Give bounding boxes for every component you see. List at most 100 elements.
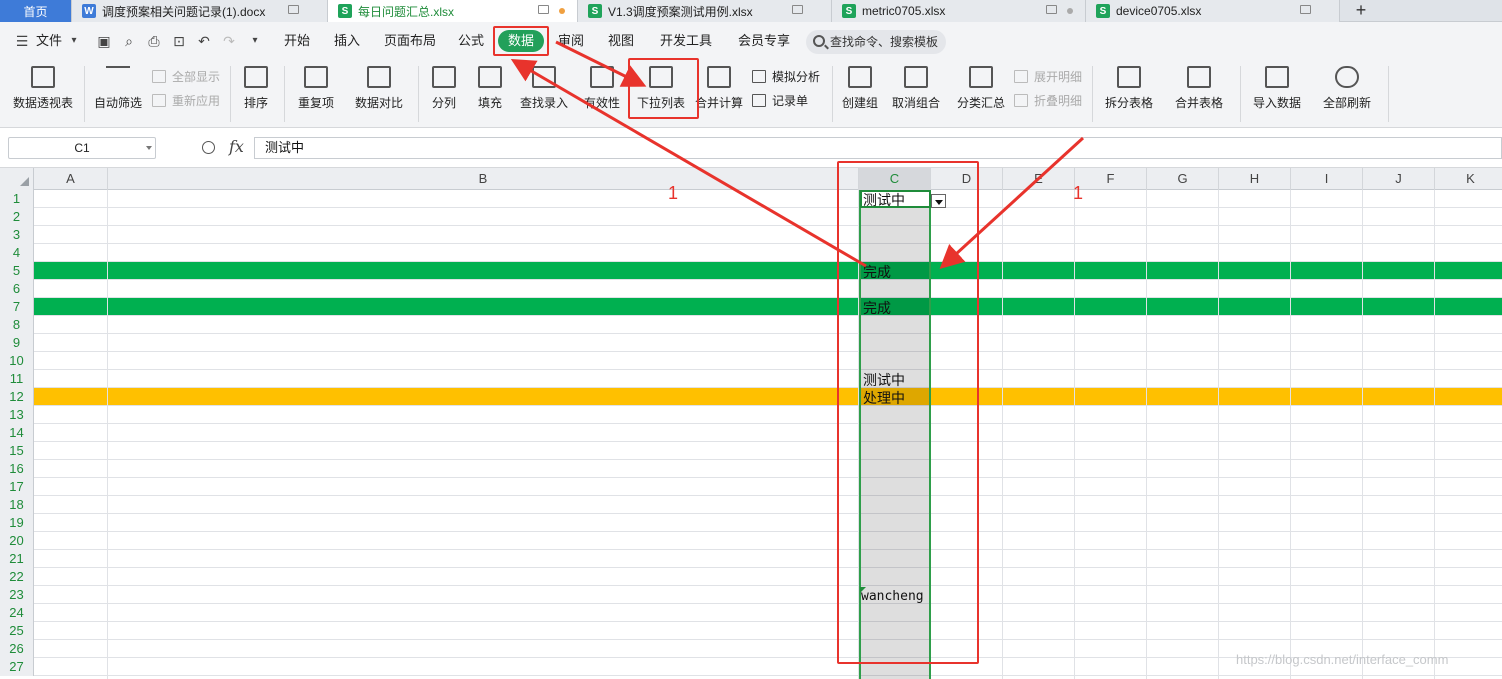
row-header[interactable]: 2 [0, 208, 34, 226]
subtotal-button[interactable]: 分类汇总 [954, 60, 1008, 126]
split-table-button[interactable]: 拆分表格 [1098, 60, 1160, 126]
row-header[interactable]: 1 [0, 190, 34, 208]
row-header[interactable]: 24 [0, 604, 34, 622]
table-row: 1 [0, 190, 1502, 208]
tab-test-cases[interactable]: S V1.3调度预案测试用例.xlsx [578, 0, 832, 22]
row-header[interactable]: 13 [0, 406, 34, 424]
column-header-k[interactable]: K [1435, 168, 1502, 190]
format-painter-icon[interactable]: ⌕ [121, 33, 137, 49]
row-header[interactable]: 21 [0, 550, 34, 568]
pin-tab-icon[interactable] [792, 5, 803, 14]
consolidate-button[interactable]: 合并计算 [694, 60, 744, 126]
row-header[interactable]: 16 [0, 460, 34, 478]
refresh-all-button[interactable]: 全部刷新 [1316, 60, 1378, 126]
print-icon[interactable]: ⎙ [146, 33, 162, 49]
column-header-f[interactable]: F [1075, 168, 1147, 190]
autofilter-button[interactable]: 自动筛选 [90, 60, 146, 126]
column-header-j[interactable]: J [1363, 168, 1435, 190]
table-row: 14 [0, 424, 1502, 442]
pin-tab-icon[interactable] [1300, 5, 1311, 14]
what-if-analysis-button[interactable]: 模拟分析 [752, 68, 820, 86]
tab-daily-issues[interactable]: S 每日问题汇总.xlsx [328, 0, 578, 22]
column-header-g[interactable]: G [1147, 168, 1219, 190]
zoom-icon[interactable] [202, 141, 215, 154]
split-column-button[interactable]: 分列 [424, 60, 464, 126]
menu-insert[interactable]: 插入 [334, 30, 360, 52]
row-header[interactable]: 22 [0, 568, 34, 586]
row-header[interactable]: 9 [0, 334, 34, 352]
pin-tab-icon[interactable] [538, 5, 549, 14]
row-header[interactable]: 15 [0, 442, 34, 460]
row-header[interactable]: 23 [0, 586, 34, 604]
tab-home[interactable]: 首页 [0, 0, 72, 22]
menu-member[interactable]: 会员专享 [738, 30, 790, 52]
fill-button[interactable]: 填充 [470, 60, 510, 126]
column-header-a[interactable]: A [34, 168, 108, 190]
validity-button[interactable]: 有效性 [578, 60, 626, 126]
pin-tab-icon[interactable] [288, 5, 299, 14]
collapse-detail-button[interactable]: 折叠明细 [1014, 92, 1082, 110]
tab-device[interactable]: S device0705.xlsx [1086, 0, 1340, 22]
tab-docx-record[interactable]: W 调度预案相关问题记录(1).docx [72, 0, 328, 22]
chevron-down-icon[interactable]: ▾ [66, 33, 82, 49]
row-header[interactable]: 5 [0, 262, 34, 280]
name-box[interactable]: C1 [8, 137, 156, 159]
pivot-table-button[interactable]: 数据透视表 [8, 60, 78, 126]
file-menu[interactable]: 文件 [36, 30, 62, 52]
column-header-e[interactable]: E [1003, 168, 1075, 190]
tab-metric[interactable]: S metric0705.xlsx [832, 0, 1086, 22]
row-header[interactable]: 26 [0, 640, 34, 658]
chevron-down-icon[interactable] [146, 146, 152, 150]
column-header-b[interactable]: B [108, 168, 859, 190]
undo-icon[interactable]: ↶ [196, 33, 212, 49]
menu-review[interactable]: 审阅 [558, 30, 584, 52]
reapply-button[interactable]: 重新应用 [152, 92, 220, 110]
menu-developer[interactable]: 开发工具 [660, 30, 712, 52]
select-all-corner[interactable] [0, 168, 34, 190]
merge-table-button[interactable]: 合并表格 [1168, 60, 1230, 126]
column-header-h[interactable]: H [1219, 168, 1291, 190]
menu-view[interactable]: 视图 [608, 30, 634, 52]
import-data-button[interactable]: 导入数据 [1246, 60, 1308, 126]
row-header[interactable]: 18 [0, 496, 34, 514]
new-tab-button[interactable]: + [1350, 0, 1372, 22]
create-group-button[interactable]: 创建组 [838, 60, 882, 126]
row-header[interactable]: 3 [0, 226, 34, 244]
row-header[interactable]: 6 [0, 280, 34, 298]
command-search-box[interactable]: 查找命令、搜索模板 [806, 30, 946, 54]
lookup-entry-button[interactable]: 查找录入 [516, 60, 572, 126]
row-header[interactable]: 7 [0, 298, 34, 316]
save-icon[interactable]: ▣ [96, 33, 112, 49]
record-form-button[interactable]: 记录单 [752, 92, 808, 110]
row-header[interactable]: 17 [0, 478, 34, 496]
row-header[interactable]: 14 [0, 424, 34, 442]
row-header[interactable]: 12 [0, 388, 34, 406]
row-header[interactable]: 20 [0, 532, 34, 550]
row-header[interactable]: 19 [0, 514, 34, 532]
row-header[interactable]: 10 [0, 352, 34, 370]
ungroup-button[interactable]: 取消组合 [886, 60, 946, 126]
row-header[interactable]: 25 [0, 622, 34, 640]
sort-button[interactable]: 排序 [236, 60, 276, 126]
data-compare-button[interactable]: 数据对比 [348, 60, 410, 126]
formula-input[interactable]: 测试中 [254, 137, 1502, 159]
function-icon[interactable]: fx [229, 137, 244, 156]
quick-access-more-icon[interactable]: ▾ [247, 33, 263, 49]
row-header[interactable]: 8 [0, 316, 34, 334]
menu-formula[interactable]: 公式 [458, 30, 484, 52]
redo-icon[interactable]: ↷ [221, 33, 237, 49]
print-preview-icon[interactable]: ⊡ [171, 33, 187, 49]
menu-page-layout[interactable]: 页面布局 [384, 30, 436, 52]
pin-tab-icon[interactable] [1046, 5, 1057, 14]
expand-detail-button[interactable]: 展开明细 [1014, 68, 1082, 86]
hamburger-menu-icon[interactable]: ☰ [14, 33, 30, 49]
row-header[interactable]: 11 [0, 370, 34, 388]
duplicates-button[interactable]: 重复项 [290, 60, 342, 126]
show-all-button[interactable]: 全部显示 [152, 68, 220, 86]
menu-start[interactable]: 开始 [284, 30, 310, 52]
spreadsheet-grid[interactable]: 1 2 3 4 5 6 7 8 9 10 11 12 13 14 15 16 17 18 19 20 21 22 23 24 2… [0, 168, 1502, 679]
row-header[interactable]: 4 [0, 244, 34, 262]
column-header-i[interactable]: I [1291, 168, 1363, 190]
row-header[interactable]: 27 [0, 658, 34, 676]
table-row: 7 [0, 298, 1502, 316]
